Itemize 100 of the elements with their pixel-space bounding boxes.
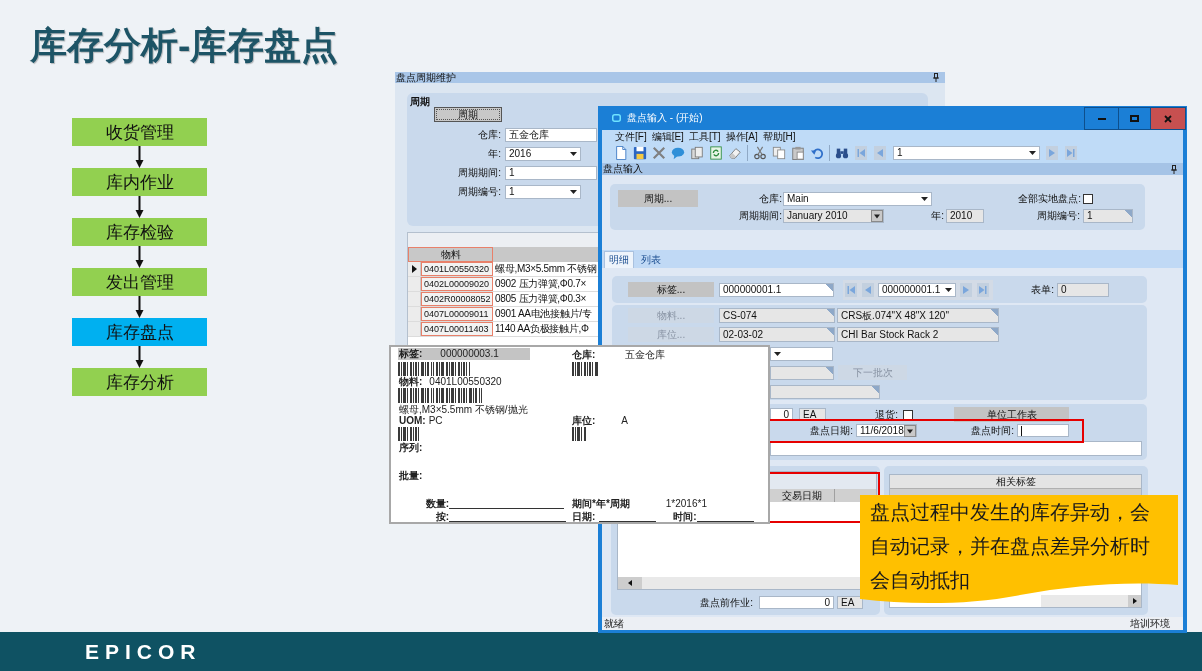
tag-button[interactable]: 标签... [628,282,714,297]
pre-count-field[interactable]: 0 [759,596,834,609]
field-label: 周期期间: [739,211,782,221]
form-field[interactable]: 0 [1057,282,1109,297]
scrollbar[interactable] [1041,595,1141,607]
field-label: 按: [435,512,449,522]
field-label: 日期: [572,512,596,522]
dropdown-field[interactable]: 2016 [505,147,581,161]
scissors-icon[interactable] [753,146,767,160]
close-button[interactable] [1151,107,1186,130]
undo-arrow-icon[interactable] [810,146,824,160]
table-cell: 1140 AA负极接触片,Φ [495,322,589,336]
copy-icon[interactable] [772,146,786,160]
period-value: 1*2016*1 [665,499,707,509]
menu-item[interactable]: 文件[F] [615,131,647,142]
process-step: 库存分析 [72,368,207,396]
date-dropdown[interactable]: 11/6/2018 [856,424,917,437]
text-cursor-icon [1021,425,1022,436]
field-label: 退货: [875,409,898,420]
bin-field[interactable]: 02-03-02 [719,327,835,342]
last-icon[interactable] [977,282,989,297]
previous-icon[interactable] [862,282,874,297]
field-label: 盘点日期: [810,425,853,436]
process-step: 库存盘点 [72,318,207,346]
next-icon[interactable] [1045,146,1059,160]
bin-description-field[interactable]: CHI Bar Stock Rack 2 [837,327,999,342]
minimize-button[interactable] [1084,107,1119,130]
clipboard-icon[interactable] [791,146,805,160]
eraser-icon[interactable] [728,146,742,160]
barcode-icon [398,388,482,403]
part-description-field[interactable]: CRS板.074"X 48"X 120" [837,308,999,323]
field-label: 时间: [673,512,697,522]
group-title: 周期 [410,97,430,107]
caret-icon [570,152,577,156]
year-field[interactable]: 2010 [946,209,984,223]
column-header[interactable]: 物料 [408,247,493,262]
table-cell: 0805 压力弹簧,Φ0.3× [495,292,587,306]
warehouse-dropdown[interactable]: Main [783,191,932,206]
tab[interactable]: 列表 [637,251,665,268]
menu-item[interactable]: 编辑[E] [651,131,684,142]
uom-field[interactable]: EA [837,596,863,609]
field-label: 数量: [425,499,449,509]
field-label: 周期编号: [458,187,501,197]
first-icon[interactable] [845,282,857,297]
input-field[interactable]: 1 [505,166,597,180]
x-mark-icon[interactable] [652,146,666,160]
field-label: 表单: [1031,284,1054,295]
part-field[interactable]: CS-074 [719,308,835,323]
table-cell: 0901 AA电池接触片/专 [495,307,592,321]
documents-icon[interactable] [690,146,704,160]
menu-item[interactable]: 工具[T] [688,131,721,142]
speech-bubble-icon[interactable] [671,146,685,160]
input-field[interactable]: 五金仓库 [505,128,597,142]
status-text: 就绪 [604,618,624,629]
barcode-icon [572,427,587,441]
cycle-button[interactable]: 周期 [434,107,502,122]
tab[interactable]: 明细 [604,251,634,268]
time-field[interactable] [1017,424,1069,437]
pin-icon[interactable] [933,73,939,82]
dropdown-field[interactable] [770,346,833,361]
row-selector[interactable] [408,262,421,276]
caret-icon [1029,151,1036,155]
table-cell: 0407L00009011 [421,307,493,321]
field-label: 年: [931,211,944,221]
dropdown-field[interactable]: 1 [505,185,581,199]
period-dropdown[interactable]: January 2010 [783,209,884,223]
checkbox[interactable] [903,409,913,420]
grid-caption: 相关标签 [890,475,1141,489]
cycle-number-field[interactable]: 1 [1083,209,1133,223]
environment-label: 培训环境 [1130,618,1170,629]
binoculars-icon[interactable] [835,146,849,160]
document-icon[interactable] [614,146,628,160]
tag-dropdown[interactable]: 000000001.1 [878,282,956,297]
close-icon [1164,114,1172,123]
record-dropdown[interactable]: 1 [893,146,1040,160]
flow-arrow [135,246,144,268]
tag-field[interactable]: 000000001.1 [719,282,834,297]
field-label: UOM: [399,416,426,426]
last-icon[interactable] [1064,146,1078,160]
previous-icon[interactable] [873,146,887,160]
pin-icon[interactable] [1171,164,1177,174]
window-title: 盘点周期维护 [396,72,456,83]
input-field[interactable] [770,365,834,380]
warehouse-value: 五金仓库 [625,350,666,360]
next-icon[interactable] [960,282,972,297]
input-field[interactable] [770,384,880,399]
checkbox[interactable] [1083,193,1093,204]
slide-title: 库存分析-库存盘点 [30,24,339,68]
field-label: 仓库: [572,350,596,360]
scrollbar[interactable] [618,577,860,589]
window-title: 盘点输入 - (开始) [627,113,703,123]
field-label: 盘点时间: [971,425,1014,436]
barcode-icon [398,427,420,441]
panel-title: 盘点输入 [603,164,643,174]
first-icon[interactable] [854,146,868,160]
menu-item[interactable]: 操作[A] [725,131,758,142]
refresh-icon[interactable] [709,146,723,160]
cycle-button[interactable]: 周期... [618,190,698,207]
menu-item[interactable]: 帮助[H] [762,131,796,142]
process-step: 库存检验 [72,218,207,246]
